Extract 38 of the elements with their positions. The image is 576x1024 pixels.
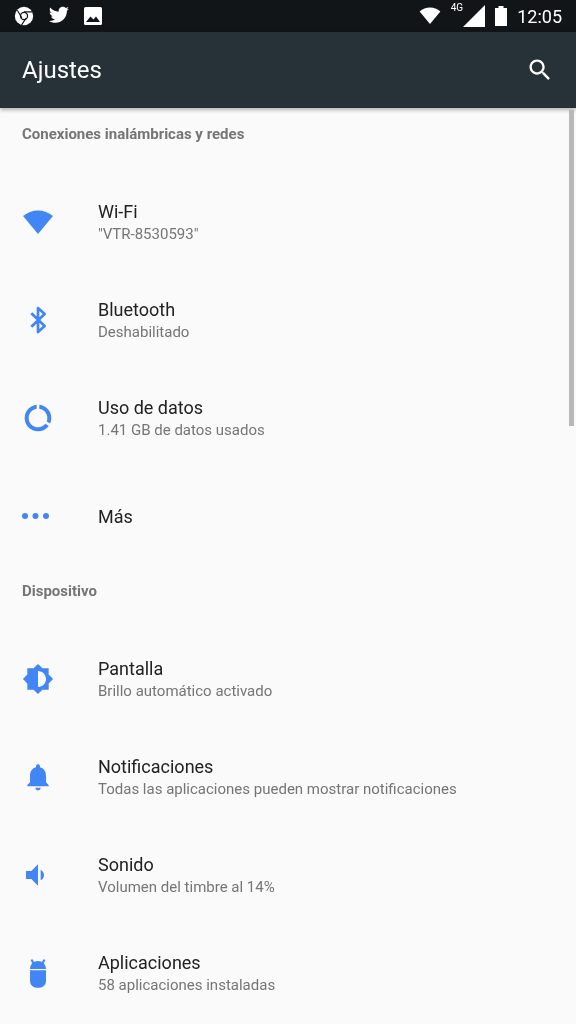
settings-item[interactable]: Aplicaciones 58 aplicaciones instaladas xyxy=(0,924,576,1022)
data-usage-icon xyxy=(22,402,54,434)
item-summary: Todas las aplicaciones pueden mostrar notificaciones xyxy=(98,780,457,798)
item-title: Pantalla xyxy=(98,658,165,679)
battery-icon xyxy=(495,6,508,26)
item-summary: 1.41 GB de datos usados xyxy=(98,421,265,439)
section-header: Dispositivo xyxy=(22,582,97,600)
network-type: 4G xyxy=(450,3,464,13)
screen-title: Ajustes xyxy=(22,56,102,84)
chrome-icon xyxy=(14,6,34,26)
item-summary: Volumen del timbre al 14% xyxy=(98,878,275,896)
item-summary: 58 aplicaciones instaladas xyxy=(98,976,276,994)
brightness-icon xyxy=(22,663,54,695)
item-summary: Deshabilitado xyxy=(98,323,190,341)
item-title: Más xyxy=(98,505,133,527)
settings-item[interactable]: Notificaciones Todas las aplicaciones pueden mostrar notificaciones xyxy=(0,728,576,826)
settings-item[interactable]: Pantalla Brillo automático activado xyxy=(0,630,576,728)
wifi-signal-icon xyxy=(418,7,441,25)
settings-item[interactable]: Sonido Volumen del timbre al 14% xyxy=(0,826,576,924)
settings-item[interactable]: Bluetooth Deshabilitado xyxy=(0,271,576,369)
item-title: Bluetooth xyxy=(98,299,177,320)
settings-item[interactable]: Más xyxy=(0,467,576,565)
scrollbar[interactable] xyxy=(569,110,574,426)
item-title: Sonido xyxy=(98,854,155,875)
more-icon xyxy=(22,513,49,519)
item-title: Uso de datos xyxy=(98,397,205,418)
settings-item[interactable]: Uso de datos 1.41 GB de datos usados xyxy=(0,369,576,467)
item-summary: Brillo automático activado xyxy=(98,682,273,700)
clock-time: 12:05 xyxy=(517,5,562,27)
bird-icon xyxy=(48,6,70,26)
section-header: Conexiones inalámbricas y redes xyxy=(22,125,245,143)
item-title: Wi-Fi xyxy=(98,201,139,222)
item-summary: "VTR-8530593" xyxy=(98,225,199,243)
image-icon xyxy=(84,7,102,25)
item-title: Notificaciones xyxy=(98,756,215,777)
settings-item[interactable]: Wi-Fi "VTR-8530593" xyxy=(0,173,576,271)
item-title: Aplicaciones xyxy=(98,952,202,973)
cell-signal-icon xyxy=(463,5,486,27)
